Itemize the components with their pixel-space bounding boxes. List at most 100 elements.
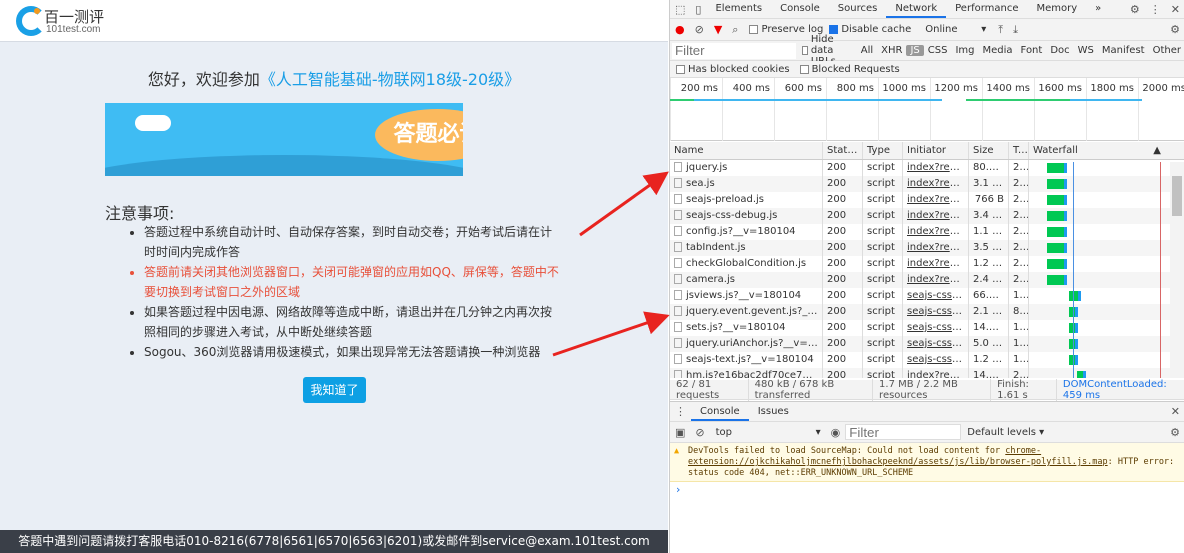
request-name: sets.js?__v=180104 bbox=[670, 320, 823, 336]
import-har-icon[interactable]: ⤒ bbox=[998, 23, 1003, 37]
cell-text: 200 bbox=[827, 178, 847, 189]
export-har-icon[interactable]: ⤓ bbox=[1013, 23, 1018, 37]
table-scrollbar[interactable] bbox=[1170, 162, 1184, 378]
has-blocked-cookies-checkbox[interactable] bbox=[676, 64, 685, 74]
request-initiator[interactable]: index?redire... bbox=[903, 192, 969, 208]
search-icon[interactable]: ⌕ bbox=[732, 23, 738, 37]
preserve-log-checkbox[interactable] bbox=[749, 25, 759, 34]
table-row[interactable]: jquery.uriAnchor.js?__v=180104 200 script s… bbox=[670, 336, 1184, 352]
col-status[interactable]: Status bbox=[823, 142, 863, 159]
filter-type-font[interactable]: Font bbox=[1017, 45, 1047, 56]
more-tabs-button[interactable]: » bbox=[1086, 0, 1110, 18]
request-initiator[interactable]: index?redire... bbox=[903, 160, 969, 176]
hide-data-urls-checkbox[interactable] bbox=[802, 46, 808, 55]
cell-text: 2... bbox=[1013, 226, 1029, 237]
banner: 答题必读 bbox=[105, 103, 463, 176]
request-initiator[interactable]: index?redire... bbox=[903, 240, 969, 256]
drawer-tab-issues[interactable]: Issues bbox=[749, 403, 798, 421]
eye-icon[interactable]: ◉ bbox=[831, 426, 841, 439]
close-icon[interactable]: ✕ bbox=[1171, 3, 1180, 16]
network-overview[interactable]: 200 ms 400 ms 600 ms 800 ms 1000 ms 1200 ms 14… bbox=[670, 78, 1184, 141]
filter-type-ws[interactable]: WS bbox=[1074, 45, 1098, 56]
request-initiator[interactable]: index?redire... bbox=[903, 272, 969, 288]
scrollbar-thumb[interactable] bbox=[1172, 176, 1182, 216]
tab-network[interactable]: Network bbox=[886, 0, 947, 18]
disable-cache-checkbox[interactable] bbox=[829, 25, 839, 34]
table-row[interactable]: config.js?__v=180104 200 script index?redir… bbox=[670, 224, 1184, 240]
filter-type-js[interactable]: JS bbox=[906, 45, 924, 56]
table-row[interactable]: tabIndent.js 200 script index?redire... 3.5 … bbox=[670, 240, 1184, 256]
overview-bar bbox=[694, 99, 942, 101]
record-icon[interactable]: ● bbox=[675, 23, 685, 36]
table-row[interactable]: sets.js?__v=180104 200 script seajs-css-de.… bbox=[670, 320, 1184, 336]
clear-console-icon[interactable]: ⊘ bbox=[695, 426, 704, 439]
request-initiator[interactable]: index?redire... bbox=[903, 368, 969, 378]
filter-type-img[interactable]: Img bbox=[951, 45, 978, 56]
tab-sources[interactable]: Sources bbox=[829, 0, 887, 18]
table-row[interactable]: checkGlobalCondition.js 200 script index?re… bbox=[670, 256, 1184, 272]
drawer-tab-console[interactable]: Console bbox=[691, 403, 749, 421]
table-row[interactable]: seajs-text.js?__v=180104 200 script seajs-c… bbox=[670, 352, 1184, 368]
request-initiator[interactable]: seajs-css-de... bbox=[903, 320, 969, 336]
console-filter-input[interactable] bbox=[845, 424, 962, 440]
device-toolbar-icon[interactable]: ▯ bbox=[695, 3, 701, 16]
request-initiator[interactable]: index?redire... bbox=[903, 208, 969, 224]
tab-memory[interactable]: Memory bbox=[1028, 0, 1087, 18]
request-initiator[interactable]: index?redire... bbox=[903, 224, 969, 240]
tab-elements[interactable]: Elements bbox=[706, 0, 771, 18]
table-row[interactable]: camera.js 200 script index?redire... 2.4 kB 2… bbox=[670, 272, 1184, 288]
cell-text: 200 bbox=[827, 194, 847, 205]
request-time: 1... bbox=[1009, 336, 1029, 352]
sidebar-toggle-icon[interactable]: ▣ bbox=[675, 426, 685, 439]
filter-type-all[interactable]: All bbox=[857, 45, 877, 56]
filter-type-other[interactable]: Other bbox=[1149, 45, 1184, 56]
filter-type-css[interactable]: CSS bbox=[924, 45, 952, 56]
table-row[interactable]: seajs-css-debug.js 200 script index?redire.… bbox=[670, 208, 1184, 224]
tab-performance[interactable]: Performance bbox=[946, 0, 1027, 18]
acknowledge-button[interactable]: 我知道了 bbox=[303, 377, 366, 403]
cell-text: seajs-css-de... bbox=[907, 322, 969, 333]
clear-icon[interactable]: ⊘ bbox=[695, 23, 704, 36]
request-initiator[interactable]: index?redire... bbox=[903, 256, 969, 272]
col-type[interactable]: Type bbox=[863, 142, 903, 159]
request-initiator[interactable]: seajs-css-de... bbox=[903, 352, 969, 368]
filter-type-manifest[interactable]: Manifest bbox=[1098, 45, 1149, 56]
drawer-close-icon[interactable]: ✕ bbox=[1171, 405, 1180, 418]
col-size[interactable]: Size bbox=[969, 142, 1009, 159]
timeline-tick: 1600 ms bbox=[1034, 78, 1086, 141]
console-settings-icon[interactable]: ⚙ bbox=[1170, 426, 1180, 439]
col-initiator[interactable]: Initiator bbox=[903, 142, 969, 159]
log-levels-select[interactable]: Default levels ▾ bbox=[967, 427, 1044, 438]
gear-icon[interactable]: ⚙ bbox=[1130, 3, 1140, 16]
context-select[interactable]: top bbox=[716, 427, 816, 438]
filter-input[interactable] bbox=[672, 42, 796, 59]
console-prompt[interactable]: › bbox=[676, 483, 680, 496]
drawer-menu-icon[interactable]: ⋮ bbox=[675, 405, 686, 418]
table-row[interactable]: jquery.js 200 script index?redire... 80.9 kB… bbox=[670, 160, 1184, 176]
tab-console[interactable]: Console bbox=[771, 0, 829, 18]
table-row[interactable]: jsviews.js?__v=180104 200 script seajs-css-… bbox=[670, 288, 1184, 304]
filter-icon[interactable]: ▼ bbox=[714, 23, 722, 36]
cell-text: script bbox=[867, 338, 895, 349]
network-settings-icon[interactable]: ⚙ bbox=[1170, 23, 1180, 36]
filter-type-doc[interactable]: Doc bbox=[1046, 45, 1073, 56]
kebab-menu-icon[interactable]: ⋮ bbox=[1150, 3, 1161, 16]
col-waterfall[interactable]: Waterfall ▲ bbox=[1029, 142, 1169, 159]
table-row[interactable]: seajs-preload.js 200 script index?redire...… bbox=[670, 192, 1184, 208]
timeline-tick: 400 ms bbox=[722, 78, 774, 141]
inspect-icon[interactable]: ⬚ bbox=[675, 3, 685, 16]
filter-type-xhr[interactable]: XHR bbox=[877, 45, 906, 56]
table-row[interactable]: hm.js?e16bac2df70ce77e2022 200 script index… bbox=[670, 368, 1184, 378]
request-type: script bbox=[863, 240, 903, 256]
request-initiator[interactable]: index?redire... bbox=[903, 176, 969, 192]
request-initiator[interactable]: seajs-css-de... bbox=[903, 304, 969, 320]
table-row[interactable]: sea.js 200 script index?redire... 3.1 kB 2... bbox=[670, 176, 1184, 192]
table-row[interactable]: jquery.event.gevent.js?__v=180... 200 scri… bbox=[670, 304, 1184, 320]
throttle-select[interactable]: Online bbox=[925, 24, 981, 35]
blocked-requests-checkbox[interactable] bbox=[799, 64, 809, 74]
col-name[interactable]: Name bbox=[670, 142, 823, 159]
col-time[interactable]: T... bbox=[1009, 142, 1029, 159]
request-initiator[interactable]: seajs-css-de... bbox=[903, 288, 969, 304]
filter-type-media[interactable]: Media bbox=[979, 45, 1017, 56]
request-initiator[interactable]: seajs-css-de... bbox=[903, 336, 969, 352]
